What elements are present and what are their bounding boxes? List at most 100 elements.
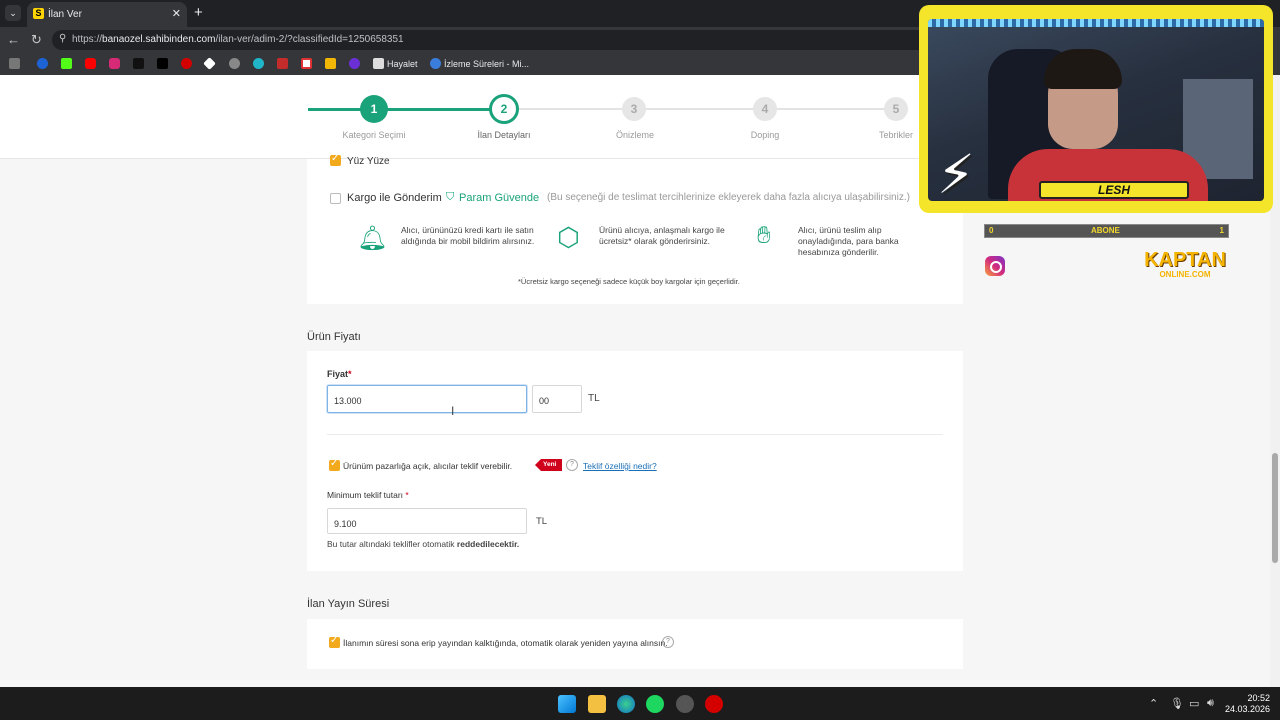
bookmark-apps-icon[interactable]	[9, 58, 20, 69]
safe-pay-label: Param Güvende	[459, 192, 540, 204]
step-3-label: Önizleme	[615, 130, 654, 140]
webcam-overlay: ⚡︎ LESH	[919, 5, 1273, 213]
info-cargo-text: Ürünü alıcıya, anlaşmalı kargo ile ücret…	[599, 225, 725, 246]
bookmark-red-icon[interactable]	[181, 58, 192, 69]
reload-icon[interactable]: ↻	[31, 32, 42, 48]
info-payment-text: Alıcı, ürünü teslim alıp onayladığında, …	[798, 225, 899, 257]
price-section-title: Ürün Fiyatı	[307, 331, 361, 343]
text-cursor-icon: I	[451, 404, 455, 418]
bookmark-c-icon[interactable]	[277, 58, 288, 69]
negotiable-label: Ürünüm pazarlığa açık, alıcılar teklif v…	[343, 461, 513, 471]
bookmark-instagram-icon[interactable]	[109, 58, 120, 69]
bookmark-hayalet[interactable]: Hayalet	[387, 59, 418, 69]
bookmark-kick-icon[interactable]	[61, 58, 72, 69]
network-icon[interactable]: ▭	[1189, 697, 1199, 710]
shipping-options-card: Yüz Yüze Kargo ile Gönderim ⛉ Param Güve…	[307, 153, 963, 304]
subscriber-goal-bar: 0 ABONE 1	[984, 224, 1229, 238]
bookmark-izleme[interactable]: İzleme Süreleri - Mi...	[444, 59, 529, 69]
reject-note: Bu tutar altındaki teklifler otomatik re…	[327, 539, 520, 549]
microphone-icon[interactable]: 🎙︎	[1170, 697, 1184, 710]
cargo-hint: (Bu seçeneği de teslimat tercihlerinize …	[547, 192, 910, 203]
min-offer-currency: TL	[536, 516, 548, 527]
streamer-nameplate: LESH	[1039, 181, 1189, 199]
auto-renew-help-icon[interactable]: ?	[662, 636, 674, 648]
file-explorer-icon[interactable]	[588, 695, 606, 713]
help-icon[interactable]: ?	[566, 459, 578, 471]
site-info-icon[interactable]: ⚲	[59, 33, 66, 44]
sub-goal: 1	[1219, 226, 1224, 235]
clock-time: 20:52	[1247, 693, 1270, 703]
opera-gx-icon[interactable]	[705, 695, 723, 713]
sahibinden-favicon-icon: S	[33, 8, 44, 19]
price-currency: TL	[588, 393, 600, 404]
lightning-bolt-icon: ⚡︎	[937, 145, 975, 205]
spotify-icon[interactable]	[646, 695, 664, 713]
bookmark-x-icon[interactable]	[157, 58, 168, 69]
min-offer-label: Minimum teklif tutarı *	[327, 490, 409, 500]
kaptan-online-logo: KAPTAN ONLINE.COM	[1144, 249, 1226, 279]
edge-browser-icon[interactable]	[617, 695, 635, 713]
bookmark-purple-icon[interactable]	[349, 58, 360, 69]
negotiable-checkbox[interactable]	[329, 458, 340, 471]
windows-taskbar: ⌃ 🎙︎ ▭ 🔊︎ 20:52 24.03.2026	[0, 687, 1280, 720]
bookmark-square-icon[interactable]	[301, 58, 312, 69]
url-text: https://banaozel.sahibinden.com/ilan-ver…	[72, 34, 404, 45]
publish-card: İlanımın süresi sona erip yayından kalkt…	[307, 619, 963, 669]
info-notification-text: Alıcı, ürününüzü kredi kartı ile satın a…	[401, 225, 535, 246]
bookmark-teal-icon[interactable]	[253, 58, 264, 69]
auto-renew-label: İlanımın süresi sona erip yayından kalkt…	[343, 638, 668, 648]
bookmark-diamond-icon[interactable]	[203, 57, 216, 70]
streamer-hair	[1044, 49, 1122, 89]
step-2-label: İlan Detayları	[477, 130, 531, 140]
face-to-face-checkbox[interactable]	[330, 153, 341, 166]
step-4-label: Doping	[750, 130, 780, 140]
bookmark-globe-icon[interactable]	[229, 58, 240, 69]
divider	[327, 434, 943, 435]
money-hand-icon: ✋︎	[757, 222, 771, 249]
sub-label: ABONE	[1091, 226, 1120, 235]
price-card: Fiyat* 13.000 I 00 TL Ürünüm pazarlığa a…	[307, 351, 963, 571]
volume-icon[interactable]: 🔊︎	[1207, 697, 1214, 710]
obs-icon[interactable]	[676, 695, 694, 713]
free-cargo-footnote: *Ücretsiz kargo seçeneği sadece küçük bo…	[518, 277, 740, 286]
clock-date: 24.03.2026	[1224, 704, 1270, 714]
step-4-circle: 4	[753, 97, 777, 121]
face-to-face-label: Yüz Yüze	[347, 156, 390, 167]
address-bar[interactable]: ⚲ https://banaozel.sahibinden.com/ilan-v…	[52, 30, 932, 50]
price-input[interactable]: 13.000	[327, 385, 527, 413]
new-badge: Yeni	[535, 459, 563, 471]
tab-title: İlan Ver	[48, 9, 82, 20]
windows-start-icon[interactable]	[558, 695, 576, 713]
package-box-icon: ⬡	[557, 222, 580, 252]
step-1-label: Kategori Seçimi	[342, 130, 406, 140]
step-5-circle: 5	[884, 97, 908, 121]
cargo-label: Kargo ile Gönderim	[347, 192, 442, 204]
bookmark-r-icon[interactable]	[37, 58, 48, 69]
cargo-checkbox[interactable]	[330, 193, 341, 204]
bookmark-youtube-icon[interactable]	[85, 58, 96, 69]
scrollbar-thumb[interactable]	[1272, 453, 1278, 563]
bookmark-k-icon[interactable]	[325, 58, 336, 69]
bookmark-hayalet-icon	[373, 58, 384, 69]
publish-section-title: İlan Yayın Süresi	[307, 598, 390, 610]
price-label: Fiyat*	[327, 369, 352, 379]
system-clock[interactable]: 20:52 24.03.2026	[1225, 693, 1270, 715]
tab-close-icon[interactable]: ✕	[172, 7, 181, 20]
min-offer-input[interactable]: 9.100	[327, 508, 527, 534]
tray-chevron-icon[interactable]: ⌃	[1149, 697, 1158, 710]
tab-search-button[interactable]: ⌄	[5, 5, 21, 21]
bell-notification-icon: 🔔︎	[357, 225, 388, 252]
step-line-pending	[504, 108, 896, 110]
auto-renew-checkbox[interactable]	[329, 635, 340, 648]
instagram-icon	[985, 256, 1005, 276]
step-1-circle: 1	[360, 95, 388, 123]
step-3-circle: 3	[622, 97, 646, 121]
bookmark-tiktok-icon[interactable]	[133, 58, 144, 69]
new-tab-button[interactable]: +	[194, 4, 203, 21]
price-cents-input[interactable]: 00	[532, 385, 582, 413]
offer-info-link[interactable]: Teklif özelliği nedir?	[583, 461, 657, 471]
back-arrow-icon[interactable]: ←	[7, 32, 20, 47]
tab-ilan-ver[interactable]: S İlan Ver ✕	[27, 2, 187, 27]
shield-check-icon: ⛉	[446, 191, 455, 203]
sub-current: 0	[989, 226, 994, 235]
